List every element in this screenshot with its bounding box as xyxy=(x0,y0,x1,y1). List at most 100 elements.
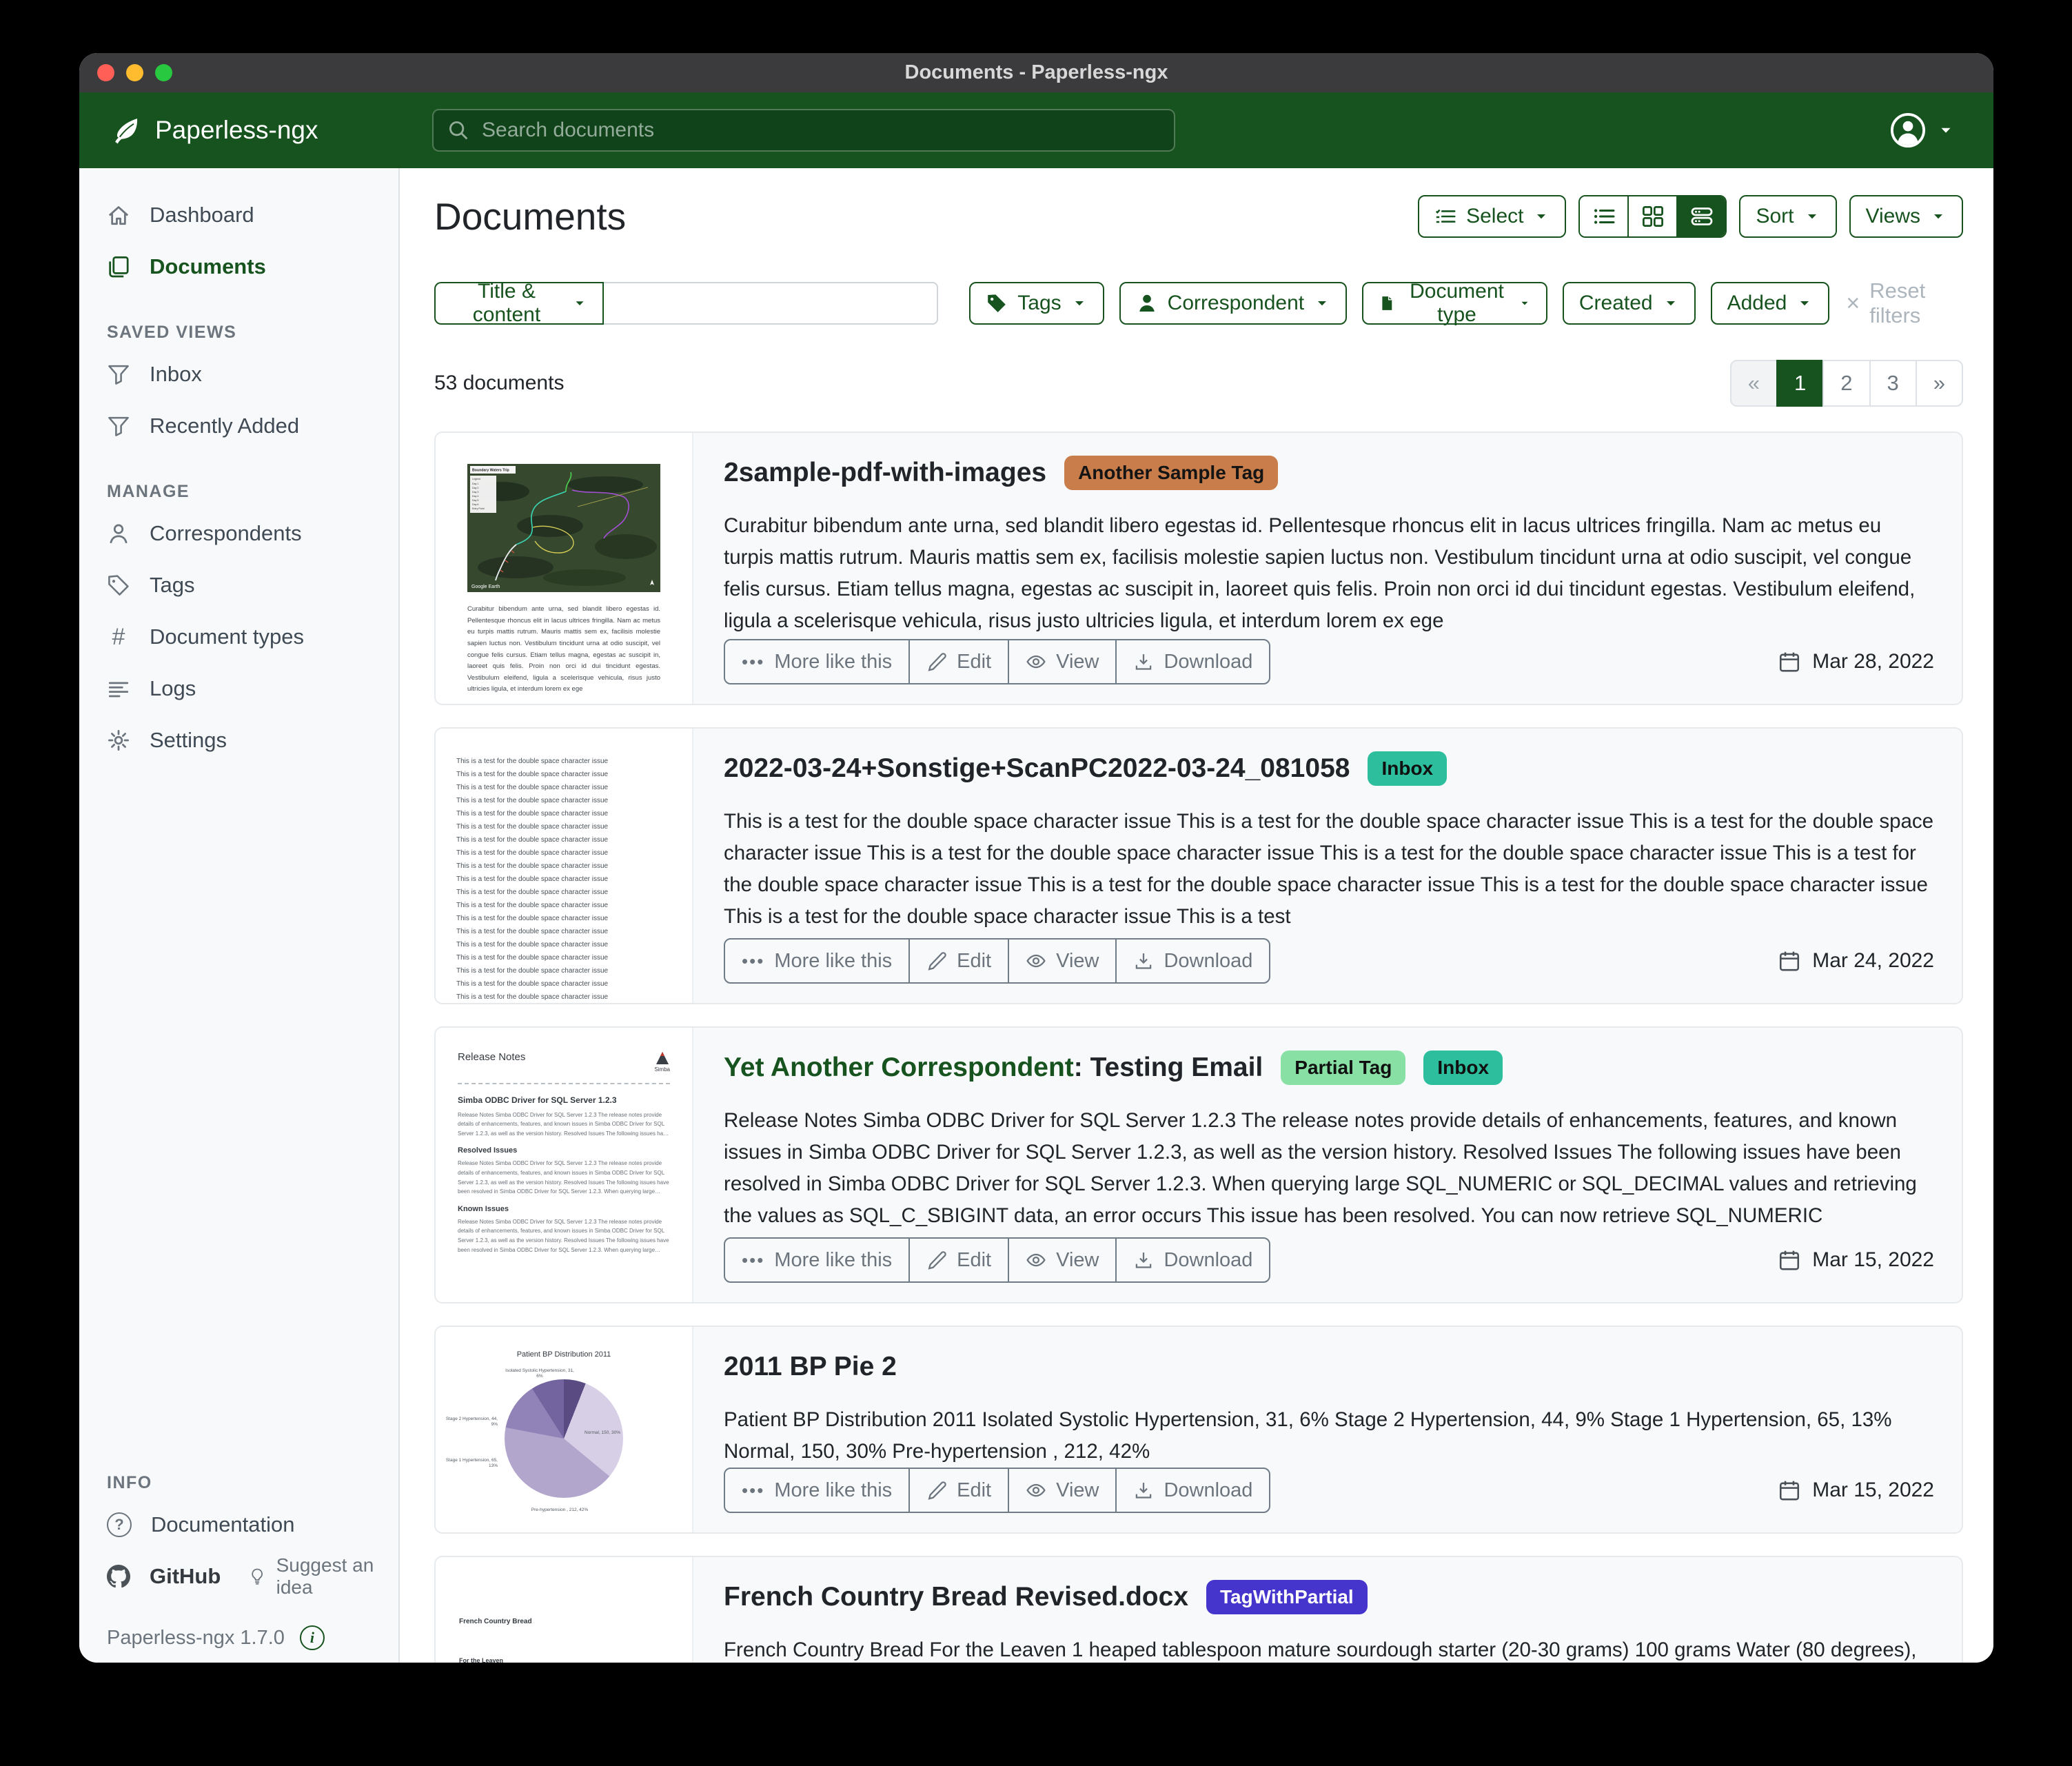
document-list: Boundary Waters Trip LegendDay 1Day 2Day… xyxy=(434,432,1963,1663)
ellipsis-icon: ••• xyxy=(742,1480,764,1501)
document-thumbnail[interactable]: Boundary Waters Trip LegendDay 1Day 2Day… xyxy=(436,433,693,704)
document-title[interactable]: French Country Bread Revised.docx xyxy=(724,1582,1188,1612)
sidebar-item-inbox[interactable]: Inbox xyxy=(79,348,398,400)
more-like-this-button[interactable]: ••• More like this xyxy=(725,940,908,982)
calendar-icon xyxy=(1778,650,1801,673)
pencil-icon xyxy=(926,651,947,672)
tag-badge[interactable]: Inbox xyxy=(1423,1051,1503,1085)
document-thumbnail[interactable]: French Country Bread For the Leaven Fren… xyxy=(436,1557,693,1663)
pagination-next[interactable]: » xyxy=(1916,360,1963,407)
edit-button[interactable]: Edit xyxy=(908,640,1008,683)
card-actions: ••• More like this Edit View xyxy=(724,639,1270,684)
correspondent-filter-button[interactable]: Correspondent xyxy=(1119,282,1347,325)
document-thumbnail[interactable]: This is a test for the double space char… xyxy=(436,729,693,1003)
pagination-prev[interactable]: « xyxy=(1730,360,1778,407)
sidebar-section-saved-views: SAVED VIEWS xyxy=(79,323,398,343)
document-card: Patient BP Distribution 2011 Isolated Sy… xyxy=(434,1326,1963,1534)
more-like-this-button[interactable]: ••• More like this xyxy=(725,1239,908,1281)
document-date: Mar 15, 2022 xyxy=(1778,1479,1934,1502)
date-label: Mar 15, 2022 xyxy=(1812,1248,1934,1272)
reset-filters-button[interactable]: × Reset filters xyxy=(1846,278,1963,328)
action-label: Download xyxy=(1164,950,1252,973)
sort-button[interactable]: Sort xyxy=(1739,195,1836,238)
document-correspondent[interactable]: Yet Another Correspondent xyxy=(724,1053,1074,1082)
gear-icon xyxy=(107,729,130,752)
brand[interactable]: Paperless-ngx xyxy=(111,115,318,145)
view-details-button[interactable] xyxy=(1676,196,1725,236)
action-label: View xyxy=(1056,950,1099,973)
sidebar-item-dashboard[interactable]: Dashboard xyxy=(79,189,398,241)
added-filter-button[interactable]: Added xyxy=(1711,282,1830,325)
view-grid-button[interactable] xyxy=(1627,196,1676,236)
download-button[interactable]: Download xyxy=(1115,640,1269,683)
sidebar-item-tags[interactable]: Tags xyxy=(79,559,398,611)
view-list-button[interactable] xyxy=(1580,196,1627,236)
caret-down-icon xyxy=(1663,295,1679,312)
edit-button[interactable]: Edit xyxy=(908,1469,1008,1512)
minimize-window-button[interactable] xyxy=(126,64,143,81)
document-title[interactable]: 2011 BP Pie 2 xyxy=(724,1352,897,1382)
view-button[interactable]: View xyxy=(1008,940,1115,982)
eye-icon xyxy=(1026,651,1046,672)
action-label: Edit xyxy=(957,950,991,973)
list-ul-icon xyxy=(1592,205,1616,228)
pagination-page-3[interactable]: 3 xyxy=(1869,360,1917,407)
tag-badge[interactable]: Another Sample Tag xyxy=(1064,456,1278,490)
title-content-filter-input[interactable] xyxy=(604,282,938,325)
tag-badge[interactable]: Inbox xyxy=(1368,751,1447,786)
zoom-window-button[interactable] xyxy=(155,64,172,81)
action-label: Download xyxy=(1164,1479,1252,1502)
download-button[interactable]: Download xyxy=(1115,1469,1269,1512)
user-menu[interactable] xyxy=(1889,111,1955,150)
edit-button[interactable]: Edit xyxy=(908,1239,1008,1281)
document-title[interactable]: Yet Another Correspondent: Testing Email xyxy=(724,1053,1263,1083)
more-like-this-button[interactable]: ••• More like this xyxy=(725,640,908,683)
sidebar-item-logs[interactable]: Logs xyxy=(79,662,398,714)
info-circle-icon[interactable]: i xyxy=(300,1625,325,1650)
edit-button[interactable]: Edit xyxy=(908,940,1008,982)
tag-badge[interactable]: Partial Tag xyxy=(1281,1051,1405,1085)
sidebar-item-settings[interactable]: Settings xyxy=(79,714,398,766)
sidebar-item-github[interactable]: GitHub xyxy=(79,1550,221,1602)
sidebar-item-correspondents[interactable]: Correspondents xyxy=(79,507,398,559)
pie-chart xyxy=(505,1379,623,1498)
tag-badge[interactable]: TagWithPartial xyxy=(1206,1580,1368,1614)
suggest-idea-link[interactable]: Suggest an idea xyxy=(248,1554,398,1598)
download-button[interactable]: Download xyxy=(1115,940,1269,982)
sidebar-item-recently-added[interactable]: Recently Added xyxy=(79,400,398,451)
tags-filter-label: Tags xyxy=(1017,292,1061,315)
search-input[interactable] xyxy=(480,118,1160,143)
document-title[interactable]: 2sample-pdf-with-images xyxy=(724,458,1046,488)
pagination-page-1[interactable]: 1 xyxy=(1776,360,1824,407)
search-icon xyxy=(447,119,469,141)
document-thumbnail[interactable]: Release Notes Simba Simba ODBC Driver fo… xyxy=(436,1028,693,1302)
title-content-filter-button[interactable]: Title & content xyxy=(434,282,604,325)
sidebar-item-documents[interactable]: Documents xyxy=(79,241,398,292)
select-button[interactable]: Select xyxy=(1418,195,1566,238)
sidebar: Dashboard Documents SAVED VIEWS Inbox Re xyxy=(79,168,400,1663)
document-type-filter-button[interactable]: Document type xyxy=(1362,282,1547,325)
document-title[interactable]: 2022-03-24+Sonstige+ScanPC2022-03-24_081… xyxy=(724,753,1350,784)
more-like-this-button[interactable]: ••• More like this xyxy=(725,1469,908,1512)
calendar-icon xyxy=(1778,1479,1801,1502)
sidebar-section-manage: MANAGE xyxy=(79,482,398,502)
traffic-lights xyxy=(97,64,172,81)
views-button[interactable]: Views xyxy=(1849,195,1963,238)
created-filter-button[interactable]: Created xyxy=(1563,282,1696,325)
eye-icon xyxy=(1026,951,1046,971)
document-card: French Country Bread For the Leaven Fren… xyxy=(434,1556,1963,1663)
tags-filter-button[interactable]: Tags xyxy=(969,282,1104,325)
sidebar-item-documentation[interactable]: ? Documentation xyxy=(79,1499,398,1550)
view-button[interactable]: View xyxy=(1008,1469,1115,1512)
view-button[interactable]: View xyxy=(1008,640,1115,683)
date-label: Mar 28, 2022 xyxy=(1812,650,1934,673)
close-window-button[interactable] xyxy=(97,64,114,81)
sidebar-item-document-types[interactable]: # Document types xyxy=(79,611,398,662)
pencil-icon xyxy=(926,1250,947,1270)
document-excerpt: Patient BP Distribution 2011 Isolated Sy… xyxy=(724,1404,1934,1468)
download-button[interactable]: Download xyxy=(1115,1239,1269,1281)
card-actions: ••• More like this Edit View xyxy=(724,1237,1270,1283)
pagination-page-2[interactable]: 2 xyxy=(1822,360,1870,407)
document-thumbnail[interactable]: Patient BP Distribution 2011 Isolated Sy… xyxy=(436,1327,693,1532)
view-button[interactable]: View xyxy=(1008,1239,1115,1281)
